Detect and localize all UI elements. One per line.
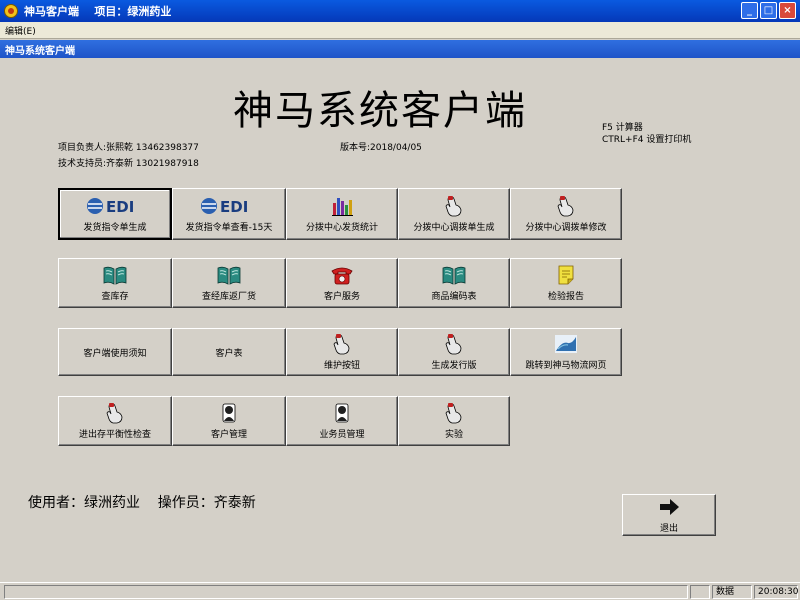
button-label: 发货指令单查看-15天 bbox=[185, 223, 273, 233]
distribution-shipping-stats-button[interactable]: 分拨中心发货统计 bbox=[286, 188, 398, 240]
page-title: 神马系统客户端 bbox=[233, 88, 527, 134]
telephone-icon bbox=[331, 267, 353, 285]
button-label: 实验 bbox=[444, 430, 463, 440]
button-label: 商品编码表 bbox=[431, 292, 477, 302]
button-label: 维护按钮 bbox=[323, 361, 360, 371]
app-logo-icon bbox=[4, 4, 18, 18]
distribution-transfer-generate-button[interactable]: 分拨中心调拨单生成 bbox=[398, 188, 510, 240]
button-label: 分拨中心发货统计 bbox=[305, 223, 378, 233]
arrow-right-icon bbox=[660, 499, 679, 515]
project-lead-info: 项目负责人:张熙乾 13462398377 bbox=[58, 143, 199, 153]
note-icon bbox=[558, 265, 574, 285]
customer-management-button[interactable]: 客户管理 bbox=[172, 396, 286, 446]
tech-support-info: 技术支持员:齐泰新 13021987918 bbox=[58, 159, 199, 169]
minimize-icon[interactable]: _ bbox=[741, 2, 758, 19]
status-bar: 数据 20:08:30 bbox=[0, 582, 800, 600]
status-cell-main bbox=[4, 585, 688, 599]
dispatch-order-generate-button[interactable]: EDI 发货指令单生成 bbox=[58, 188, 172, 240]
button-label: 业务员管理 bbox=[319, 430, 365, 440]
window-title-bar[interactable]: 神马客户端 项目：绿洲药业 _ □ × bbox=[0, 0, 800, 22]
salesperson-management-button[interactable]: 业务员管理 bbox=[286, 396, 398, 446]
person-icon bbox=[222, 403, 236, 423]
exit-button[interactable]: 退出 bbox=[622, 494, 716, 536]
button-label: 检验报告 bbox=[547, 292, 584, 302]
hotkey-printer: CTRL+F4 设置打印机 bbox=[602, 135, 692, 145]
close-icon[interactable]: × bbox=[779, 2, 796, 19]
edi-logo-icon: EDI bbox=[87, 198, 134, 216]
book-icon bbox=[217, 266, 241, 285]
status-clock: 20:08:30 bbox=[754, 585, 798, 599]
pointing-hand-icon bbox=[333, 334, 350, 355]
pointing-hand-icon bbox=[445, 196, 462, 217]
menu-bar: 编辑(E) bbox=[0, 22, 800, 39]
pointing-hand-icon bbox=[106, 403, 123, 424]
client-usage-notes-button[interactable]: 客户端使用须知 bbox=[58, 328, 172, 376]
button-label: 查库存 bbox=[101, 292, 129, 302]
version-info: 版本号:2018/04/05 bbox=[340, 143, 422, 153]
button-label: 跳转到神马物流网页 bbox=[525, 361, 607, 371]
button-label: 客户表 bbox=[215, 348, 243, 359]
button-label: 退出 bbox=[659, 524, 678, 534]
user-operator-info: 使用者：绿洲药业 操作员：齐泰新 bbox=[28, 495, 256, 511]
inspection-report-button[interactable]: 检验报告 bbox=[510, 258, 622, 308]
svg-text:EDI: EDI bbox=[106, 198, 134, 216]
distribution-transfer-edit-button[interactable]: 分拨中心调拨单修改 bbox=[510, 188, 622, 240]
web-logo-icon bbox=[555, 335, 577, 353]
window-controls: _ □ × bbox=[741, 2, 796, 19]
maximize-icon[interactable]: □ bbox=[760, 2, 777, 19]
book-icon bbox=[103, 266, 127, 285]
person-icon bbox=[335, 403, 349, 423]
inventory-balance-check-button[interactable]: 进出存平衡性检查 bbox=[58, 396, 172, 446]
pointing-hand-icon bbox=[445, 403, 462, 424]
book-icon bbox=[442, 266, 466, 285]
experiment-button[interactable]: 实验 bbox=[398, 396, 510, 446]
customer-table-button[interactable]: 客户表 bbox=[172, 328, 286, 376]
menu-edit[interactable]: 编辑(E) bbox=[0, 24, 41, 37]
status-cell-2 bbox=[690, 585, 710, 599]
button-label: 分拨中心调拨单生成 bbox=[413, 223, 495, 233]
check-returned-goods-button[interactable]: 查经库返厂货 bbox=[172, 258, 286, 308]
button-label: 生成发行版 bbox=[431, 361, 477, 371]
pointing-hand-icon bbox=[445, 334, 462, 355]
status-cell-mode: 数据 bbox=[712, 585, 752, 599]
customer-service-button[interactable]: 客户服务 bbox=[286, 258, 398, 308]
dispatch-order-view-button[interactable]: EDI 发货指令单查看-15天 bbox=[172, 188, 286, 240]
child-window-title: 神马系统客户端 bbox=[0, 40, 800, 58]
logistics-website-button[interactable]: 跳转到神马物流网页 bbox=[510, 328, 622, 376]
button-label: 分拨中心调拨单修改 bbox=[525, 223, 607, 233]
bar-chart-icon bbox=[332, 198, 353, 216]
pointing-hand-icon bbox=[557, 196, 574, 217]
window-title: 神马客户端 项目：绿洲药业 bbox=[24, 5, 172, 18]
svg-text:EDI: EDI bbox=[220, 198, 248, 216]
button-label: 客户端使用须知 bbox=[83, 348, 147, 359]
check-inventory-button[interactable]: 查库存 bbox=[58, 258, 172, 308]
button-label: 发货指令单生成 bbox=[83, 223, 147, 233]
generate-release-button[interactable]: 生成发行版 bbox=[398, 328, 510, 376]
button-label: 客户服务 bbox=[323, 292, 360, 302]
button-label: 进出存平衡性检查 bbox=[78, 430, 151, 440]
button-label: 客户管理 bbox=[210, 430, 247, 440]
maintenance-button[interactable]: 维护按钮 bbox=[286, 328, 398, 376]
edi-logo-icon: EDI bbox=[201, 198, 248, 216]
product-code-table-button[interactable]: 商品编码表 bbox=[398, 258, 510, 308]
button-label: 查经库返厂货 bbox=[201, 292, 256, 302]
